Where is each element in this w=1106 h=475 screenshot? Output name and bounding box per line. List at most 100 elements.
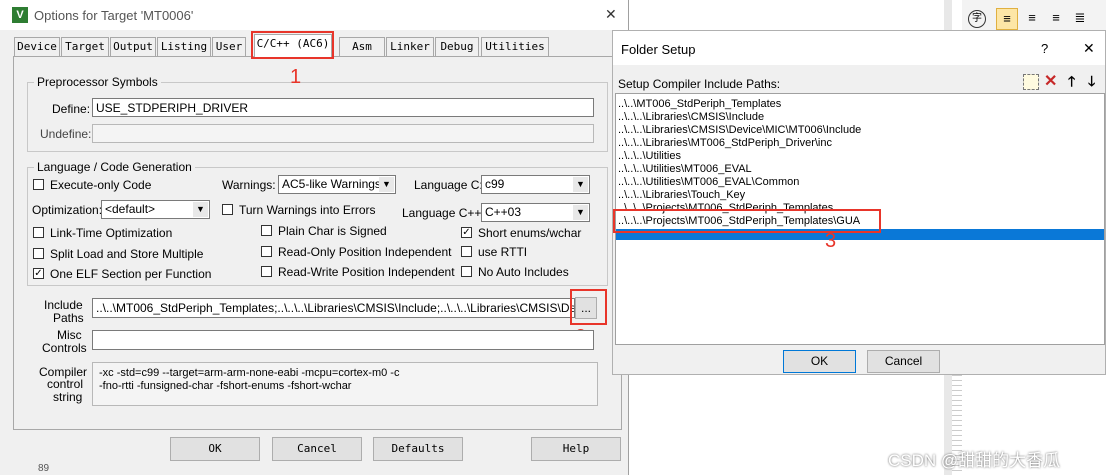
tab-listing[interactable]: Listing bbox=[157, 37, 211, 56]
close-icon[interactable]: ✕ bbox=[605, 6, 617, 23]
defaults-button[interactable]: Defaults bbox=[373, 437, 463, 461]
tab-utilities[interactable]: Utilities bbox=[481, 37, 549, 56]
warnings-value: AC5-like Warnings bbox=[282, 177, 381, 191]
misc-label-2: Controls bbox=[42, 341, 87, 355]
optimization-label: Optimization: bbox=[32, 203, 103, 217]
list-item[interactable]: ..\..\..\Libraries\CMSIS\Include bbox=[618, 111, 764, 124]
use-rtti-checkbox[interactable] bbox=[461, 246, 472, 257]
delete-icon[interactable]: ✕ bbox=[1044, 71, 1057, 91]
highlight-box-tab bbox=[251, 31, 334, 59]
define-label: Define: bbox=[52, 102, 91, 116]
warnings-select[interactable]: AC5-like Warnings ▼ bbox=[278, 175, 396, 194]
include-paths-header: Setup Compiler Include Paths: bbox=[618, 77, 781, 91]
compiler-label-2: control bbox=[47, 377, 84, 391]
short-enums-checkbox[interactable]: ✓ bbox=[461, 227, 472, 238]
list-item[interactable]: ..\..\MT006_StdPeriph_Templates bbox=[618, 98, 781, 111]
tab-output[interactable]: Output bbox=[110, 37, 156, 56]
justify-icon[interactable]: ≣ bbox=[1070, 8, 1090, 28]
move-down-icon[interactable]: 🡓 bbox=[1088, 71, 1095, 95]
warnings-label: Warnings: bbox=[222, 178, 276, 192]
font-icon[interactable]: 字 bbox=[968, 10, 986, 28]
language-cpp-value: C++03 bbox=[485, 205, 522, 219]
turn-warnings-checkbox[interactable] bbox=[222, 204, 233, 215]
move-up-icon[interactable]: 🡑 bbox=[1068, 71, 1075, 95]
compiler-line-1: -xc -std=c99 --target=arm-arm-none-eabi … bbox=[99, 367, 400, 379]
one-elf-label: One ELF Section per Function bbox=[50, 267, 212, 281]
folder-setup-dialog: Folder Setup ? ✕ Setup Compiler Include … bbox=[612, 30, 1106, 375]
optimization-select[interactable]: <default> ▼ bbox=[101, 200, 210, 219]
tab-user[interactable]: User bbox=[212, 37, 246, 56]
link-time-label: Link-Time Optimization bbox=[50, 226, 173, 240]
list-item[interactable]: ..\..\..\Libraries\MT006_StdPeriph_Drive… bbox=[618, 137, 832, 150]
no-auto-includes-checkbox[interactable] bbox=[461, 266, 472, 277]
help-button[interactable]: Help bbox=[531, 437, 621, 461]
chevron-down-icon: ▼ bbox=[379, 177, 394, 192]
ok-button[interactable]: OK bbox=[170, 437, 260, 461]
compiler-label-3: string bbox=[53, 390, 83, 404]
misc-label-1: Misc bbox=[57, 328, 82, 342]
language-c-label: Language C: bbox=[414, 178, 483, 192]
rwpi-checkbox[interactable] bbox=[261, 266, 272, 277]
folder-ok-button[interactable]: OK bbox=[783, 350, 856, 373]
line-number: 89 bbox=[38, 463, 50, 474]
keil-app-icon: V bbox=[12, 7, 28, 23]
new-folder-icon[interactable] bbox=[1023, 74, 1039, 90]
chevron-down-icon: ▼ bbox=[573, 205, 588, 220]
watermark: CSDN @甜甜的大香瓜 bbox=[888, 451, 1061, 470]
language-cpp-select[interactable]: C++03 ▼ bbox=[481, 203, 590, 222]
language-c-select[interactable]: c99 ▼ bbox=[481, 175, 590, 194]
include-paths-input[interactable]: ..\..\MT006_StdPeriph_Templates;..\..\..… bbox=[92, 298, 575, 318]
chevron-down-icon: ▼ bbox=[193, 202, 208, 217]
include-label-1: Include bbox=[44, 298, 83, 312]
split-load-label: Split Load and Store Multiple bbox=[50, 247, 204, 261]
undefine-label: Undefine: bbox=[40, 127, 92, 141]
execute-only-checkbox[interactable] bbox=[33, 179, 44, 190]
annotation-3: 3 bbox=[825, 230, 837, 252]
short-enums-label: Short enums/wchar bbox=[478, 226, 582, 240]
no-auto-includes-label: No Auto Includes bbox=[478, 265, 569, 279]
close-icon[interactable]: ✕ bbox=[1083, 40, 1095, 57]
plain-char-label: Plain Char is Signed bbox=[278, 224, 387, 238]
help-icon[interactable]: ? bbox=[1041, 41, 1048, 56]
compiler-control-string: -xc -std=c99 --target=arm-arm-none-eabi … bbox=[92, 362, 598, 406]
list-item[interactable]: ..\..\..\Utilities\MT006_EVAL bbox=[618, 163, 752, 176]
include-label-2: Paths bbox=[53, 311, 84, 325]
options-title: Options for Target 'MT0006' bbox=[34, 8, 194, 23]
ropi-checkbox[interactable] bbox=[261, 246, 272, 257]
highlight-box-browse bbox=[570, 289, 607, 325]
tab-linker[interactable]: Linker bbox=[386, 37, 434, 56]
preprocessor-group-label: Preprocessor Symbols bbox=[34, 75, 161, 89]
list-item[interactable]: ..\..\..\Utilities bbox=[618, 150, 681, 163]
define-input[interactable]: USE_STDPERIPH_DRIVER bbox=[92, 98, 594, 117]
list-item[interactable]: ..\..\..\Utilities\MT006_EVAL\Common bbox=[618, 176, 799, 189]
ropi-label: Read-Only Position Independent bbox=[278, 245, 452, 259]
folder-setup-title: Folder Setup bbox=[621, 42, 696, 57]
one-elf-checkbox[interactable]: ✓ bbox=[33, 268, 44, 279]
plain-char-checkbox[interactable] bbox=[261, 225, 272, 236]
rwpi-label: Read-Write Position Independent bbox=[278, 265, 455, 279]
tab-target[interactable]: Target bbox=[61, 37, 109, 56]
list-item[interactable]: ..\..\..\Libraries\CMSIS\Device\MIC\MT00… bbox=[618, 124, 861, 137]
compiler-line-2: -fno-rtti -funsigned-char -fshort-enums … bbox=[99, 380, 352, 392]
optimization-value: <default> bbox=[105, 202, 156, 216]
tab-device[interactable]: Device bbox=[14, 37, 60, 56]
annotation-1: 1 bbox=[290, 66, 302, 88]
cancel-button[interactable]: Cancel bbox=[272, 437, 362, 461]
folder-titlebar: Folder Setup ? ✕ bbox=[613, 31, 1105, 65]
align-right-icon[interactable]: ≡ bbox=[1046, 8, 1066, 28]
highlight-box-gua bbox=[613, 209, 881, 233]
chevron-down-icon: ▼ bbox=[573, 177, 588, 192]
link-time-checkbox[interactable] bbox=[33, 227, 44, 238]
options-dialog: V Options for Target 'MT0006' ✕ Device T… bbox=[0, 0, 629, 475]
options-titlebar: V Options for Target 'MT0006' ✕ bbox=[0, 0, 628, 30]
tab-asm[interactable]: Asm bbox=[339, 37, 385, 56]
undefine-input[interactable] bbox=[92, 124, 594, 143]
split-load-checkbox[interactable] bbox=[33, 248, 44, 259]
misc-controls-input[interactable] bbox=[92, 330, 594, 350]
tab-debug[interactable]: Debug bbox=[435, 37, 479, 56]
list-item[interactable]: ..\..\..\Libraries\Touch_Key bbox=[618, 189, 745, 202]
language-cpp-label: Language C++: bbox=[402, 206, 485, 220]
align-center-icon[interactable]: ≡ bbox=[1022, 8, 1042, 28]
align-left-icon[interactable]: ≡ bbox=[996, 8, 1018, 30]
folder-cancel-button[interactable]: Cancel bbox=[867, 350, 940, 373]
